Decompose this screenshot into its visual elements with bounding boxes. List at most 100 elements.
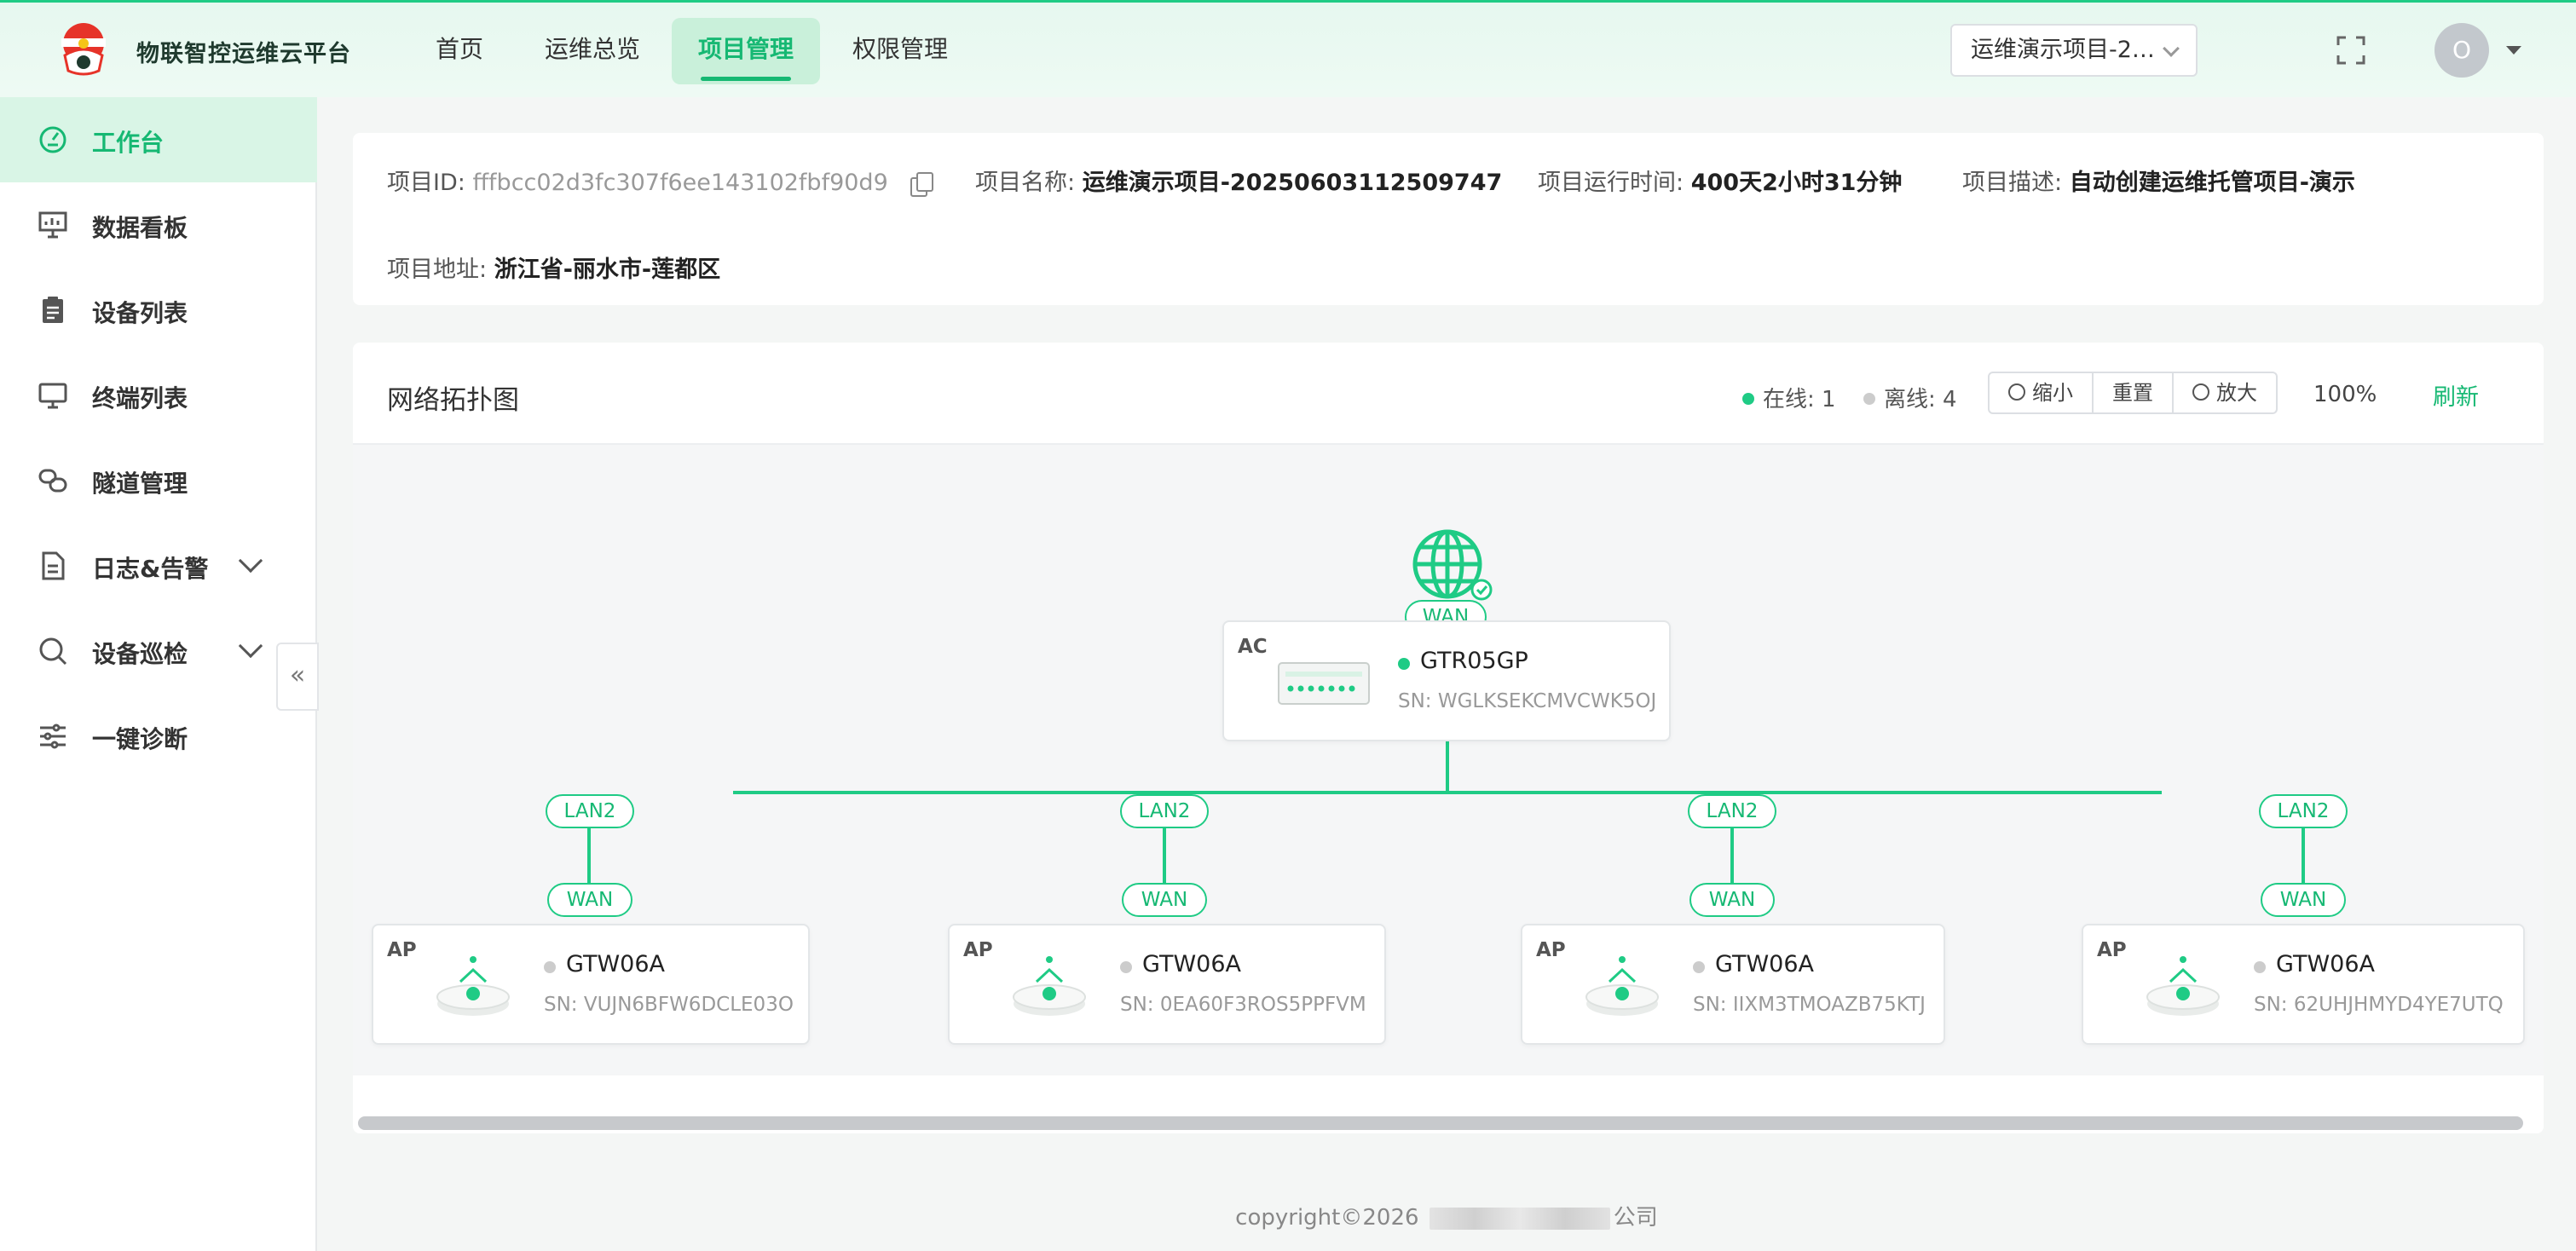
device-type: AP [387,939,417,961]
ap-device-card[interactable]: AP GTW06A SN: IIXM3TMOAZB75KTJ [1521,924,1945,1045]
copyright-prefix: copyright©2026 [1235,1205,1419,1231]
nav-ops-overview[interactable]: 运维总览 [537,18,648,84]
sidebar-item-data-board[interactable]: 数据看板 [0,182,317,268]
project-info-card: 项目ID: fffbcc02d3fc307f6ee143102fbf90d9 项… [353,133,2544,305]
sidebar-item-label: 日志&告警 [92,555,209,583]
project-desc-value: 自动创建运维托管项目-演示 [2069,170,2355,196]
sidebar-item-label: 一键诊断 [92,725,188,753]
horizontal-scrollbar[interactable] [358,1116,2523,1130]
device-type: AP [963,939,993,961]
copyright-text: copyright©2026 公司 [317,1200,2576,1231]
sidebar: 工作台 数据看板 设备列表 终端列表 隧道管理 日志&告警 设备巡检 一键诊断 [0,97,317,1251]
zoom-in-button[interactable]: 放大 [2174,373,2276,412]
status-offline-dot [1693,961,1705,973]
sidebar-item-logs-alerts[interactable]: 日志&告警 [0,523,317,608]
globe-icon [1412,529,1493,601]
avatar[interactable]: O [2434,23,2489,78]
project-id: 项目ID: fffbcc02d3fc307f6ee143102fbf90d9 [387,164,934,197]
device-sn: SN: WGLKSEKCMVCWK5OJ [1398,690,1657,712]
ap-lan-tag: LAN2 [2259,794,2348,828]
online-dot [1742,392,1754,405]
logo-icon [61,23,106,76]
status-online-dot [1398,658,1410,670]
sidebar-item-device-list[interactable]: 设备列表 [0,268,317,353]
sidebar-item-workbench[interactable]: 工作台 [0,97,317,182]
ap-wan-tag: WAN [1689,883,1775,917]
access-point-icon [436,956,510,1016]
sidebar-item-label: 终端列表 [92,384,188,412]
device-name: GTR05GP [1420,648,1528,674]
offline-dot [1863,392,1875,405]
nav-project-management[interactable]: 项目管理 [672,18,820,84]
device-type: AC [1238,636,1268,658]
online-count: 在线: 1 [1742,382,1836,413]
reset-button[interactable]: 重置 [2094,373,2174,412]
sidebar-item-label: 隧道管理 [92,470,188,498]
sidebar-item-label: 工作台 [92,129,165,157]
sidebar-item-one-click-diagnosis[interactable]: 一键诊断 [0,694,317,779]
status-offline-dot [2254,961,2266,973]
project-description: 项目描述: 自动创建运维托管项目-演示 [1962,164,2355,197]
topology-canvas[interactable]: WAN AC GTR05GP SN: WGLKSEKCMVCWK5OJ LAN2… [353,445,2544,1075]
online-label: 在线: 1 [1763,387,1836,412]
access-point-icon [1013,956,1086,1016]
copy-icon[interactable] [910,171,934,197]
project-runtime-label: 项目运行时间: [1538,170,1684,196]
ac-device-card[interactable]: AC GTR05GP SN: WGLKSEKCMVCWK5OJ [1222,620,1671,741]
top-header: 物联智控运维云平台 首页 运维总览 项目管理 权限管理 运维演示项目-20250… [0,0,2576,97]
sidebar-item-device-inspection[interactable]: 设备巡检 [0,608,317,694]
dashboard-gauge-icon [39,126,66,153]
ap-device-card[interactable]: AP GTW06A SN: VUJN6BFW6DCLE03O [372,924,810,1045]
offline-label: 离线: 4 [1884,387,1957,412]
ap-device-card[interactable]: AP GTW06A SN: 0EA60F3ROS5PPFVM [948,924,1386,1045]
access-point-icon [2146,956,2220,1016]
device-sn: SN: 62UHJHMYD4YE7UTQ [2254,994,2504,1016]
topology-header: 网络拓扑图 在线: 1 离线: 4 缩小 重置 放大 100% 刷新 [353,343,2544,445]
router-icon [1278,662,1370,705]
project-name: 项目名称: 运维演示项目-20250603112509747 [975,164,1502,197]
ap-wan-tag: WAN [2261,883,2346,917]
sidebar-item-label: 数据看板 [92,214,188,242]
sidebar-item-tunnel-management[interactable]: 隧道管理 [0,438,317,523]
caret-down-icon[interactable] [2506,46,2521,55]
sidebar-item-label: 设备列表 [92,299,188,327]
project-desc-label: 项目描述: [1962,170,2063,196]
zoom-out-icon [2008,383,2025,401]
reset-label: 重置 [2112,381,2153,405]
project-id-label: 项目ID: [387,170,465,196]
project-address-label: 项目地址: [387,257,488,283]
redacted-company-name [1429,1207,1610,1230]
device-type: AP [1536,939,1566,961]
search-icon [39,637,67,666]
device-name: GTW06A [2276,951,2375,977]
document-icon [42,551,65,580]
offline-count: 离线: 4 [1863,382,1957,413]
device-sn: SN: IIXM3TMOAZB75KTJ [1693,994,1926,1016]
project-id-value: fffbcc02d3fc307f6ee143102fbf90d9 [472,170,888,196]
zoom-controls: 缩小 重置 放大 [1988,372,2278,414]
sidebar-item-terminal-list[interactable]: 终端列表 [0,353,317,438]
copyright-suffix: 公司 [1613,1205,1658,1231]
project-address: 项目地址: 浙江省-丽水市-莲都区 [387,251,720,284]
fullscreen-icon[interactable] [2336,35,2366,66]
topology-card: 网络拓扑图 在线: 1 离线: 4 缩小 重置 放大 100% 刷新 WAN A… [353,343,2544,1133]
project-address-value: 浙江省-丽水市-莲都区 [494,257,721,283]
status-offline-dot [1120,961,1132,973]
status-offline-dot [544,961,556,973]
project-runtime-value: 400天2小时31分钟 [1690,170,1903,196]
project-name-label: 项目名称: [975,170,1076,196]
sidebar-collapse-button[interactable]: « [276,643,319,711]
access-point-icon [1585,956,1659,1016]
ap-lan-tag: LAN2 [1688,794,1776,828]
device-name: GTW06A [1715,951,1814,977]
refresh-button[interactable]: 刷新 [2433,378,2479,412]
ap-device-card[interactable]: AP GTW06A SN: 62UHJHMYD4YE7UTQ [2082,924,2525,1045]
zoom-in-icon [2192,383,2209,401]
nav-home[interactable]: 首页 [421,18,498,84]
ap-wan-tag: WAN [1122,883,1207,917]
chevron-down-icon [238,633,263,659]
monitor-icon [38,383,67,409]
zoom-out-button[interactable]: 缩小 [1990,373,2094,412]
nav-permission-management[interactable]: 权限管理 [840,18,960,84]
project-select[interactable]: 运维演示项目-20250603112509747 [1950,24,2198,77]
